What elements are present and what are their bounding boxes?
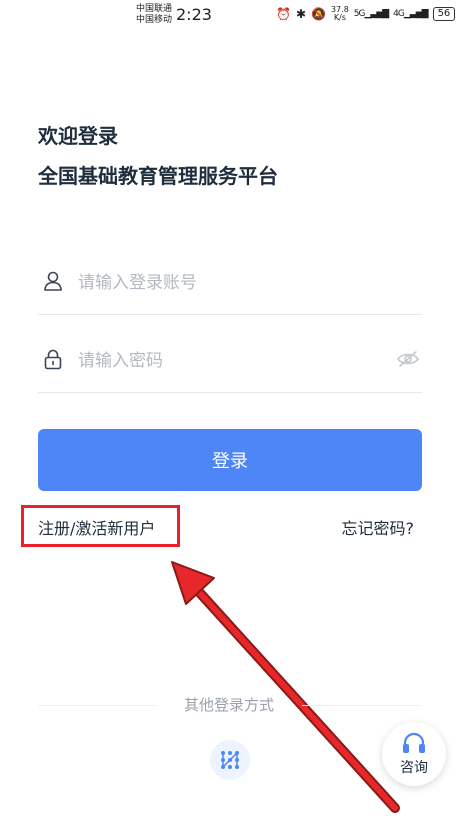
mute-icon: 🔕 [311,7,326,21]
carrier-info: 中国联通 中国移动 [136,4,172,26]
net-speed: 37.8 K/s [330,5,349,22]
password-input[interactable] [76,346,380,376]
user-icon [44,271,62,291]
divider-right [302,705,420,706]
forgot-password-link[interactable]: 忘记密码? [342,515,415,539]
carrier-2: 中国移动 [136,15,173,25]
status-bar: 中国联通 中国移动 2:23 ⏰ ✱ 🔕 37.8 K/s 5G▁▃▅▇ 4G▁… [0,0,458,32]
login-button[interactable]: 登录 [38,429,422,491]
lock-icon [44,349,62,370]
consult-label: 咨询 [400,759,428,776]
platform-title: 全国基础教育管理服务平台 [38,164,278,188]
password-field [38,338,422,393]
carrier-1: 中国联通 [136,4,173,14]
welcome-title: 欢迎登录 [38,124,118,148]
signal-5g: 5G▁▃▅▇ [353,9,389,19]
pattern-lock-icon [221,751,239,769]
account-field [38,260,422,315]
battery-indicator: 56 [432,7,456,21]
clock: 2:23 [176,5,212,24]
alarm-icon: ⏰ [276,7,291,21]
highlight-box [21,505,180,547]
account-input[interactable] [76,268,380,298]
headset-icon [403,732,425,753]
signal-4g: 4G▁▃▅▇ [393,9,428,19]
status-icons: ⏰ ✱ 🔕 37.8 K/s 5G▁▃▅▇ 4G▁▃▅▇ 56 [276,5,456,22]
bluetooth-icon: ✱ [295,7,307,21]
consult-button[interactable]: 咨询 [382,722,446,786]
pattern-login-button[interactable] [210,740,250,780]
eye-hidden-icon[interactable] [396,348,420,370]
